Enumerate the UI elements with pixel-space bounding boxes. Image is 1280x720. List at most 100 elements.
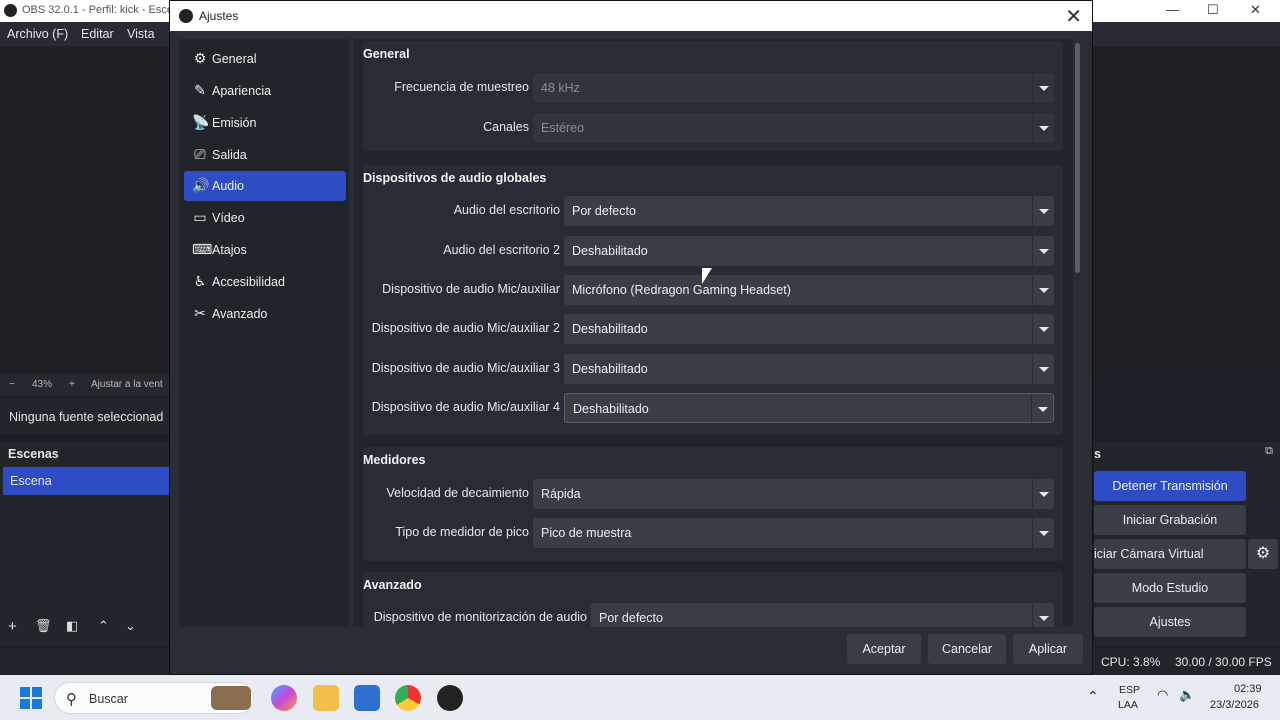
mic-aux-3-value: Deshabilitado <box>572 362 648 376</box>
taskbar-search[interactable]: ⚲ Buscar <box>54 682 254 714</box>
nav-avanzado[interactable]: ✂ Avanzado <box>184 299 346 329</box>
dialog-titlebar: Ajustes ✕ <box>170 1 1092 31</box>
undock-icon[interactable]: ⧉ <box>1265 445 1273 458</box>
mic-aux-2-select[interactable]: Deshabilitado <box>564 314 1054 344</box>
volume-icon[interactable]: 🔈 <box>1179 687 1195 703</box>
add-scene-icon[interactable]: + <box>8 618 17 635</box>
nav-salida[interactable]: ⎚ Salida <box>184 140 346 170</box>
scene-item[interactable]: Escena <box>3 467 170 495</box>
nav-video[interactable]: ▭ Vídeo <box>184 203 346 233</box>
meters-group: Medidores Velocidad de decaimiento Rápid… <box>363 447 1063 561</box>
search-icon: ⚲ <box>66 691 77 708</box>
mic-aux-3-select[interactable]: Deshabilitado <box>564 354 1054 384</box>
settings-sidebar: ⚙ General ✎ Apariencia 📡 Emisión ⎚ Salida 🔊 A… <box>179 39 349 627</box>
zoom-in-button[interactable]: + <box>69 379 75 390</box>
zoom-out-button[interactable]: − <box>9 379 15 390</box>
language-bottom[interactable]: LAA <box>1118 699 1138 711</box>
cancel-button[interactable]: Cancelar <box>928 634 1006 664</box>
peak-meter-select[interactable]: Pico de muestra <box>533 518 1054 548</box>
language-top[interactable]: ESP <box>1119 684 1140 696</box>
mic-aux-4-select[interactable]: Deshabilitado <box>564 393 1054 424</box>
clock-date[interactable]: 23/3/2026 <box>1210 699 1259 711</box>
ok-button[interactable]: Aceptar <box>847 634 921 664</box>
decay-rate-select[interactable]: Rápida <box>533 479 1054 509</box>
move-up-icon[interactable]: ⌃ <box>98 618 109 634</box>
dialog-close-icon[interactable]: ✕ <box>1065 4 1082 29</box>
nav-emision[interactable]: 📡 Emisión <box>184 108 346 138</box>
chevron-down-icon <box>1032 479 1054 509</box>
fit-window-button[interactable]: Ajustar a la vent <box>91 379 163 390</box>
chrome-icon[interactable] <box>395 685 421 711</box>
desktop-audio-label: Audio del escritorio <box>453 203 560 217</box>
clock-time[interactable]: 02:39 <box>1234 683 1262 695</box>
wifi-icon[interactable]: ◠ <box>1157 687 1168 703</box>
menu-editar[interactable]: Editar <box>81 27 114 41</box>
nav-label: Atajos <box>212 243 247 257</box>
meters-title: Medidores <box>363 453 426 467</box>
antenna-icon: 📡 <box>192 114 210 130</box>
preview-area-right[interactable] <box>1094 46 1280 374</box>
trash-icon[interactable]: 🗑 <box>35 618 52 634</box>
chevron-down-icon <box>1032 113 1054 143</box>
nav-label: Apariencia <box>212 84 272 98</box>
gear-icon: ⚙ <box>193 50 207 66</box>
scenes-toolbar: + 🗑 ◧ ⌃ ⌄ <box>0 614 170 640</box>
nav-apariencia[interactable]: ✎ Apariencia <box>184 76 346 106</box>
obs-taskbar-icon[interactable] <box>437 685 463 711</box>
mic-aux-4-label: Dispositivo de audio Mic/auxiliar 4 <box>371 400 560 414</box>
mic-aux-select[interactable]: Micrófono (Redragon Gaming Headset) <box>564 275 1054 305</box>
monitor-icon: ▭ <box>193 209 207 225</box>
start-recording-button[interactable]: Iniciar Grabación <box>1094 505 1246 535</box>
chevron-down-icon <box>1032 236 1054 266</box>
windows-start-icon[interactable] <box>20 687 42 709</box>
scrollbar-thumb[interactable] <box>1075 43 1080 273</box>
tray-chevron-up-icon[interactable]: ⌃ <box>1087 688 1099 705</box>
obs-logo-icon <box>4 4 17 17</box>
maximize-icon[interactable]: ☐ <box>1207 2 1219 18</box>
virtual-camera-button[interactable]: iciar Cámara Virtual <box>1094 539 1246 569</box>
global-devices-title: Dispositivos de audio globales <box>363 171 547 185</box>
settings-button[interactable]: Ajustes <box>1094 607 1246 637</box>
monitoring-device-select[interactable]: Por defecto <box>591 603 1054 627</box>
nav-label: Audio <box>212 179 244 193</box>
speaker-icon: 🔊 <box>192 177 210 193</box>
move-down-icon[interactable]: ⌄ <box>125 618 136 634</box>
desktop-audio-value: Por defecto <box>572 204 636 218</box>
copilot-icon[interactable] <box>271 685 297 711</box>
search-highlight-image <box>211 686 251 710</box>
studio-mode-button[interactable]: Modo Estudio <box>1094 573 1246 603</box>
sample-rate-label: Frecuencia de muestreo <box>394 80 529 94</box>
store-icon[interactable] <box>354 685 380 711</box>
apply-button[interactable]: Aplicar <box>1013 634 1083 664</box>
mic-aux-3-label: Dispositivo de audio Mic/auxiliar 3 <box>371 361 560 375</box>
virtual-camera-settings-gear-icon[interactable]: ⚙ <box>1248 539 1278 569</box>
nav-general[interactable]: ⚙ General <box>184 44 346 74</box>
sample-rate-select[interactable]: 48 kHz <box>533 73 1054 103</box>
settings-scrollbar[interactable] <box>1074 41 1082 627</box>
output-icon: ⎚ <box>194 146 206 162</box>
preview-area[interactable] <box>0 46 170 374</box>
filters-icon[interactable]: ◧ <box>66 618 78 634</box>
desktop-audio-select[interactable]: Por defecto <box>564 196 1054 226</box>
close-icon[interactable]: ✕ <box>1250 2 1261 18</box>
nav-label: Accesibilidad <box>212 275 285 289</box>
menu-vista[interactable]: Vista <box>127 27 155 41</box>
nav-label: Salida <box>212 148 247 162</box>
menu-archivo[interactable]: Archivo (F) <box>7 27 68 41</box>
nav-audio[interactable]: 🔊 Audio <box>184 171 346 201</box>
settings-content[interactable]: General Frecuencia de muestreo 48 kHz Ca… <box>353 39 1073 627</box>
scenes-title: Escenas <box>8 447 59 461</box>
search-placeholder: Buscar <box>89 692 128 706</box>
file-explorer-icon[interactable] <box>313 685 339 711</box>
controls-title: s <box>1094 447 1101 461</box>
desktop-audio-2-select[interactable]: Deshabilitado <box>564 236 1054 266</box>
nav-accesibilidad[interactable]: ♿ Accesibilidad <box>184 267 346 297</box>
general-title: General <box>363 47 410 61</box>
monitoring-device-value: Por defecto <box>599 611 663 625</box>
chevron-down-icon <box>1032 275 1054 305</box>
virtual-camera-label: iciar Cámara Virtual <box>1094 547 1204 561</box>
minimize-icon[interactable]: — <box>1166 2 1179 17</box>
stop-stream-button[interactable]: Detener Transmisión <box>1094 471 1246 501</box>
channels-select[interactable]: Estéreo <box>533 113 1054 143</box>
nav-atajos[interactable]: ⌨ Atajos <box>184 235 346 265</box>
